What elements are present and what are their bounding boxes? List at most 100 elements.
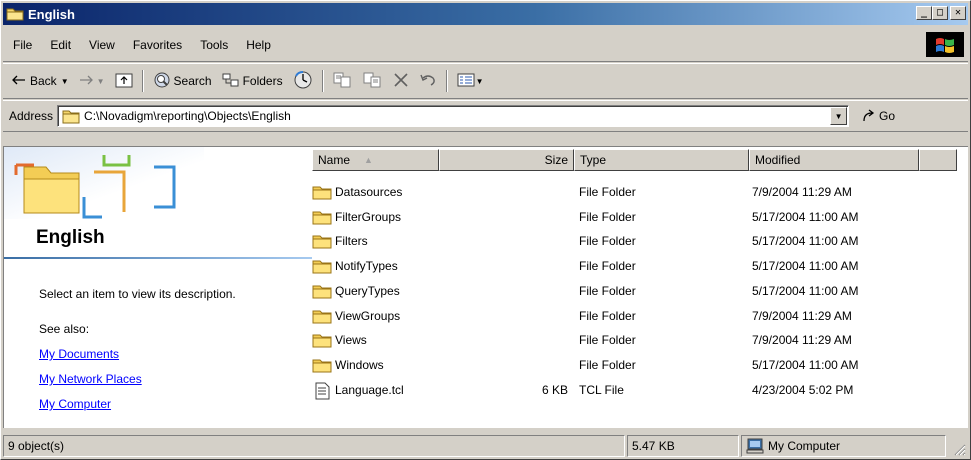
file-name-cell: Language.tcl xyxy=(312,382,439,400)
column-header-blank xyxy=(919,149,957,171)
history-button[interactable] xyxy=(288,68,318,94)
go-button[interactable]: Go xyxy=(861,108,895,124)
file-row[interactable]: Datasources File Folder 7/9/2004 11:29 AM xyxy=(312,180,952,204)
divider xyxy=(4,257,312,259)
file-row[interactable]: Language.tcl 6 KB TCL File 4/23/2004 5:02 P… xyxy=(312,378,952,402)
file-row[interactable]: ViewGroups File Folder 7/9/2004 11:29 AM xyxy=(312,304,952,328)
menu-bar: File Edit View Favorites Tools Help xyxy=(3,28,968,62)
delete-button[interactable] xyxy=(388,68,414,94)
file-row[interactable]: NotifyTypes File Folder 5/17/2004 11:00 AM xyxy=(312,254,952,278)
dropdown-arrow-icon: ▼ xyxy=(96,76,105,86)
file-type: File Folder xyxy=(579,357,636,372)
folder-icon xyxy=(312,258,332,274)
menu-help[interactable]: Help xyxy=(237,38,280,52)
file-size: 6 KB xyxy=(541,382,568,397)
column-header-size[interactable]: Size xyxy=(439,149,574,171)
file-name-cell: FilterGroups xyxy=(312,209,439,225)
back-arrow-icon xyxy=(12,74,26,88)
file-row[interactable]: Views File Folder 7/9/2004 11:29 AM xyxy=(312,328,952,352)
sort-ascending-icon: ▲ xyxy=(364,155,373,165)
folder-icon xyxy=(312,184,332,200)
link-my-computer[interactable]: My Computer xyxy=(39,397,111,411)
file-row[interactable]: Filters File Folder 5/17/2004 11:00 AM xyxy=(312,229,952,253)
go-label: Go xyxy=(879,109,896,123)
folders-button[interactable]: Folders xyxy=(217,68,288,94)
chevron-down-icon: ▼ xyxy=(834,111,843,121)
menu-edit[interactable]: Edit xyxy=(41,38,80,52)
folder-icon xyxy=(62,109,80,124)
file-name-cell: Views xyxy=(312,332,439,348)
undo-button[interactable] xyxy=(414,68,442,94)
up-folder-icon xyxy=(115,72,133,91)
window-title: English xyxy=(28,6,75,22)
maximize-button[interactable]: □ xyxy=(932,6,948,20)
file-name: QueryTypes xyxy=(335,283,400,298)
move-to-button[interactable] xyxy=(328,68,358,94)
resize-grip-icon[interactable] xyxy=(952,442,966,456)
menu-favorites[interactable]: Favorites xyxy=(124,38,191,52)
file-name-cell: Windows xyxy=(312,357,439,373)
column-header-size-label: Size xyxy=(544,153,568,167)
title-bar[interactable]: English _ □ ✕ xyxy=(3,3,968,25)
file-name: Language.tcl xyxy=(335,382,404,397)
column-header-modified[interactable]: Modified xyxy=(749,149,919,171)
dropdown-arrow-icon: ▼ xyxy=(475,76,484,86)
explorer-window: English _ □ ✕ File Edit View Favorites T… xyxy=(0,0,971,460)
close-button[interactable]: ✕ xyxy=(950,6,966,20)
undo-icon xyxy=(419,73,437,90)
toolbar-separator xyxy=(445,70,448,92)
menu-tools[interactable]: Tools xyxy=(191,38,237,52)
views-button[interactable]: ▼ xyxy=(452,68,489,94)
folder-icon xyxy=(312,308,332,324)
up-folder-button[interactable] xyxy=(110,68,138,94)
minimize-button[interactable]: _ xyxy=(916,6,932,20)
file-modified: 4/23/2004 5:02 PM xyxy=(752,382,854,397)
file-list: Name ▲ Size Type Modified Datasources Fil… xyxy=(312,147,967,427)
zone-label: My Computer xyxy=(768,439,841,453)
close-icon: ✕ xyxy=(954,7,962,18)
status-size: 5.47 KB xyxy=(627,435,739,457)
copy-to-icon xyxy=(363,71,383,92)
file-name-cell: QueryTypes xyxy=(312,283,439,299)
history-icon xyxy=(293,70,313,93)
toolbar-separator xyxy=(321,70,324,92)
file-type: File Folder xyxy=(579,234,636,249)
file-modified: 5/17/2004 11:00 AM xyxy=(752,283,859,298)
file-row[interactable]: Windows File Folder 5/17/2004 11:00 AM xyxy=(312,353,952,377)
dropdown-arrow-icon: ▼ xyxy=(60,76,69,86)
file-name: Windows xyxy=(335,357,384,372)
file-row[interactable]: FilterGroups File Folder 5/17/2004 11:00 A… xyxy=(312,205,952,229)
column-header-type-label: Type xyxy=(580,153,607,167)
file-type: File Folder xyxy=(579,308,636,323)
folder-icon xyxy=(6,7,24,21)
copy-to-button[interactable] xyxy=(358,68,388,94)
forward-button[interactable]: ▼ xyxy=(74,68,110,94)
link-my-documents[interactable]: My Documents xyxy=(39,347,119,361)
file-name: FilterGroups xyxy=(335,209,402,224)
back-label: Back xyxy=(30,74,57,88)
folder-title: English xyxy=(36,227,105,248)
folders-label: Folders xyxy=(242,74,283,88)
content-area: English Select an item to view its descr… xyxy=(3,146,968,428)
file-name-cell: ViewGroups xyxy=(312,308,439,324)
file-modified: 5/17/2004 11:00 AM xyxy=(752,259,859,274)
file-modified: 5/17/2004 11:00 AM xyxy=(752,209,859,224)
windows-logo-icon xyxy=(926,32,964,57)
file-row[interactable]: QueryTypes File Folder 5/17/2004 11:00 AM xyxy=(312,279,952,303)
folder-icon xyxy=(312,233,332,249)
file-type: TCL File xyxy=(579,382,624,397)
folders-icon xyxy=(222,72,240,91)
menu-view[interactable]: View xyxy=(80,38,124,52)
search-button[interactable]: Search xyxy=(148,68,217,94)
column-header-type[interactable]: Type xyxy=(574,149,749,171)
column-header-name[interactable]: Name ▲ xyxy=(312,149,439,171)
menu-file[interactable]: File xyxy=(3,38,41,52)
address-input[interactable]: C:\Novadigm\reporting\Objects\English ▼ xyxy=(57,105,850,127)
link-my-network-places[interactable]: My Network Places xyxy=(39,372,142,386)
file-name-cell: NotifyTypes xyxy=(312,258,439,274)
status-objects: 9 object(s) xyxy=(3,435,625,457)
back-button[interactable]: Back ▼ xyxy=(7,68,74,94)
file-modified: 5/17/2004 11:00 AM xyxy=(752,357,859,372)
address-label: Address xyxy=(9,109,54,123)
address-dropdown-button[interactable]: ▼ xyxy=(830,107,848,125)
